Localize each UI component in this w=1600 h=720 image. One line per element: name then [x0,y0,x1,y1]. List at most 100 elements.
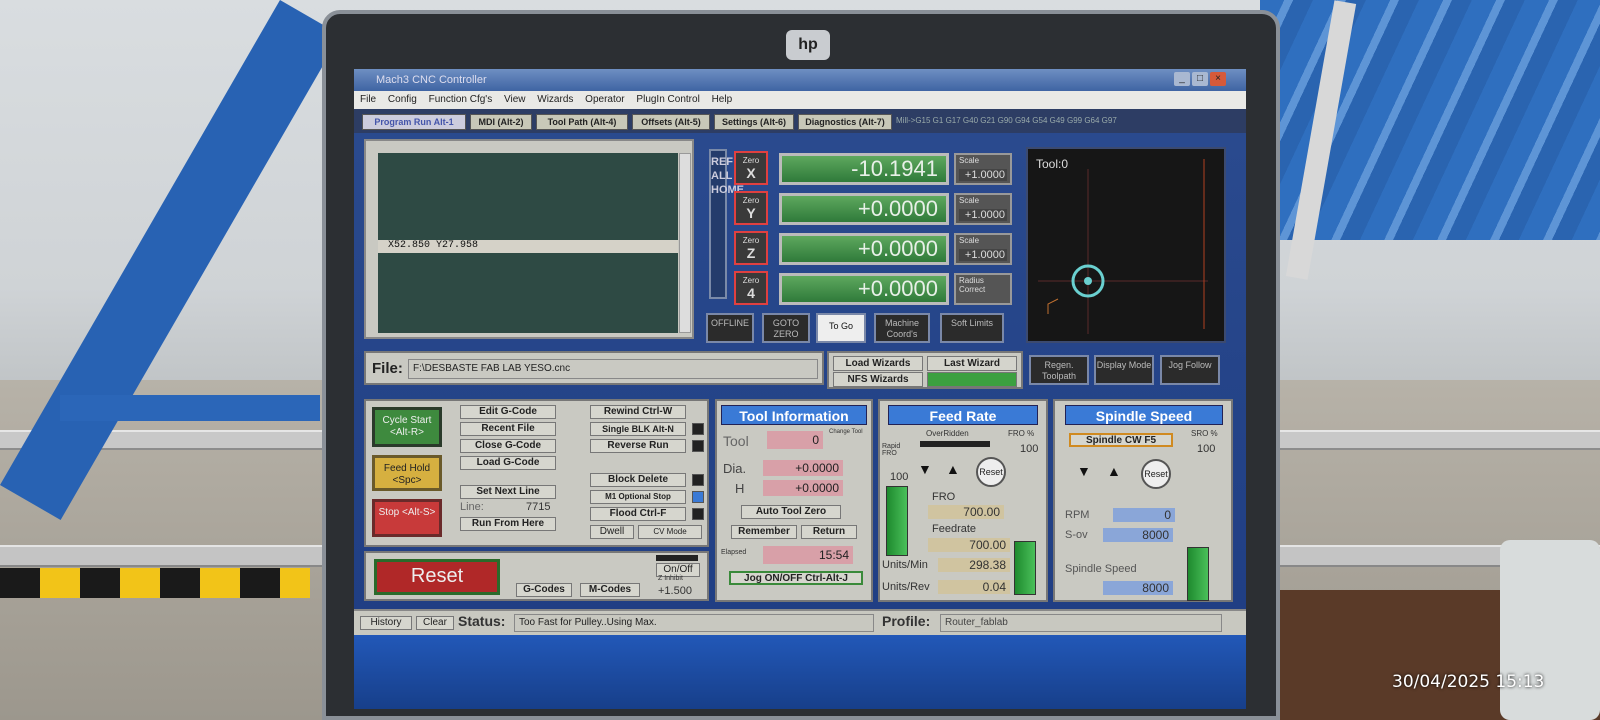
scale-z[interactable]: Scale +1.0000 [954,233,1012,265]
close-button[interactable]: × [1210,72,1226,86]
nfs-wizards-button[interactable]: NFS Wizards [833,372,923,387]
reset-panel: Reset On/Off Z Inhibit +1.500 G-Codes M-… [364,551,709,601]
gcode-list[interactable]: X52.850 Y27.958 [378,153,678,333]
tab-program-run[interactable]: Program Run Alt-1 [362,114,466,130]
menu-wizards[interactable]: Wizards [537,94,573,105]
scale-y[interactable]: Scale +1.0000 [954,193,1012,225]
tab-tool-path[interactable]: Tool Path (Alt-4) [536,114,628,130]
maximize-button[interactable]: □ [1192,72,1208,86]
tab-diagnostics[interactable]: Diagnostics (Alt-7) [798,114,892,130]
dro-4[interactable]: +0.0000 [779,273,949,305]
run-from-here-button[interactable]: Run From Here [460,517,556,531]
reverse-run-button[interactable]: Reverse Run [590,439,686,453]
goto-zero-button[interactable]: GOTO ZERO [762,313,810,343]
spindle-up-icon[interactable]: ▲ [1107,463,1121,479]
to-go-button[interactable]: To Go [816,313,866,343]
gcode-scrollbar[interactable] [679,153,691,333]
mcodes-button[interactable]: M-Codes [580,583,640,597]
stop-button[interactable]: Stop <Alt-S> [372,499,442,537]
load-gcode-button[interactable]: Load G-Code [460,456,556,470]
feed-down-icon[interactable]: ▼ [918,461,932,477]
tab-settings[interactable]: Settings (Alt-6) [714,114,794,130]
menu-file[interactable]: File [360,94,376,105]
block-delete-button[interactable]: Block Delete [590,473,686,487]
line-value: 7715 [526,501,551,513]
tab-bar: Program Run Alt-1 MDI (Alt-2) Tool Path … [354,109,1246,133]
set-next-line-button[interactable]: Set Next Line [460,485,556,499]
fro-value[interactable]: 700.00 [928,505,1004,519]
file-bar: File: F:\DESBASTE FAB LAB YESO.cnc [364,351,824,385]
spindle-down-icon[interactable]: ▼ [1077,463,1091,479]
camera-box [1500,540,1600,720]
m1-optional-stop-button[interactable]: M1 Optional Stop [590,490,686,504]
recent-file-button[interactable]: Recent File [460,422,556,436]
reset-button[interactable]: Reset [374,559,500,595]
clear-button[interactable]: Clear [416,616,454,630]
close-gcode-button[interactable]: Close G-Code [460,439,556,453]
dro-x[interactable]: -10.1941 [779,153,949,185]
regen-toolpath-button[interactable]: Regen. Toolpath [1029,355,1089,385]
scale-value: +1.0000 [959,249,1007,261]
radius-correct-button[interactable]: Radius Correct [954,273,1012,305]
profile-value: Router_fablab [940,614,1222,632]
history-button[interactable]: History [360,616,412,630]
menu-plugin[interactable]: PlugIn Control [636,94,699,105]
tool-value[interactable]: 0 [767,431,823,449]
toolpath-display[interactable]: Tool:0 [1026,147,1226,343]
menu-config[interactable]: Config [388,94,417,105]
zero-4-button[interactable]: Zero 4 [734,271,768,305]
zero-y-button[interactable]: Zero Y [734,191,768,225]
fro-slider[interactable] [1014,541,1036,595]
tool-label: Tool [723,433,749,449]
minimize-button[interactable]: _ [1174,72,1190,86]
dro-y[interactable]: +0.0000 [779,193,949,225]
tab-offsets[interactable]: Offsets (Alt-5) [632,114,710,130]
spindle-slider[interactable] [1187,547,1209,601]
feed-hold-button[interactable]: Feed Hold <Spc> [372,455,442,491]
spindle-speed-value[interactable]: 8000 [1103,581,1173,595]
flood-button[interactable]: Flood Ctrl-F [590,507,686,521]
auto-tool-zero-button[interactable]: Auto Tool Zero [741,505,841,519]
dro-z[interactable]: +0.0000 [779,233,949,265]
zero-x-button[interactable]: Zero X [734,151,768,185]
z-inhibit-value: +1.500 [658,585,692,597]
toolpath-graphic [1038,159,1208,334]
rapid-fro-slider[interactable] [886,486,908,556]
wizard-indicator[interactable] [927,372,1017,387]
load-wizards-button[interactable]: Load Wizards [833,356,923,371]
menu-view[interactable]: View [504,94,526,105]
photo-timestamp: 30/04/2025 15:13 [1392,672,1545,692]
edit-gcode-button[interactable]: Edit G-Code [460,405,556,419]
menu-function-cfg[interactable]: Function Cfg's [429,94,493,105]
feed-up-icon[interactable]: ▲ [946,461,960,477]
single-block-button[interactable]: Single BLK Alt-N [590,422,686,436]
rewind-button[interactable]: Rewind Ctrl-W [590,405,686,419]
jog-follow-button[interactable]: Jog Follow [1160,355,1220,385]
feed-reset-button[interactable]: Reset [976,457,1006,487]
menu-operator[interactable]: Operator [585,94,624,105]
machine-coords-button[interactable]: Machine Coord's [874,313,930,343]
spindle-reset-button[interactable]: Reset [1141,459,1171,489]
ref-all-home-button[interactable]: REF ALL HOME [709,149,744,299]
menu-help[interactable]: Help [712,94,733,105]
dia-value[interactable]: +0.0000 [763,460,843,476]
jog-toggle-button[interactable]: Jog ON/OFF Ctrl-Alt-J [729,571,863,585]
zero-z-button[interactable]: Zero Z [734,231,768,265]
spindle-title: Spindle Speed [1065,405,1223,425]
gcodes-button[interactable]: G-Codes [516,583,572,597]
remember-button[interactable]: Remember [731,525,797,539]
zinhibit-led [656,555,698,561]
gcode-current-line[interactable]: X52.850 Y27.958 [378,240,678,253]
last-wizard-button[interactable]: Last Wizard [927,356,1017,371]
soft-limits-button[interactable]: Soft Limits [940,313,1004,343]
display-mode-button[interactable]: Display Mode [1094,355,1154,385]
scale-x[interactable]: Scale +1.0000 [954,153,1012,185]
tab-mdi[interactable]: MDI (Alt-2) [470,114,532,130]
spindle-cw-button[interactable]: Spindle CW F5 [1069,433,1173,447]
h-value[interactable]: +0.0000 [763,480,843,496]
feedrate-value[interactable]: 700.00 [928,538,1010,552]
rapid-fro-label: Rapid FRO [882,443,901,457]
cycle-start-button[interactable]: Cycle Start <Alt-R> [372,407,442,447]
offline-button[interactable]: OFFLINE [706,313,754,343]
return-button[interactable]: Return [801,525,857,539]
